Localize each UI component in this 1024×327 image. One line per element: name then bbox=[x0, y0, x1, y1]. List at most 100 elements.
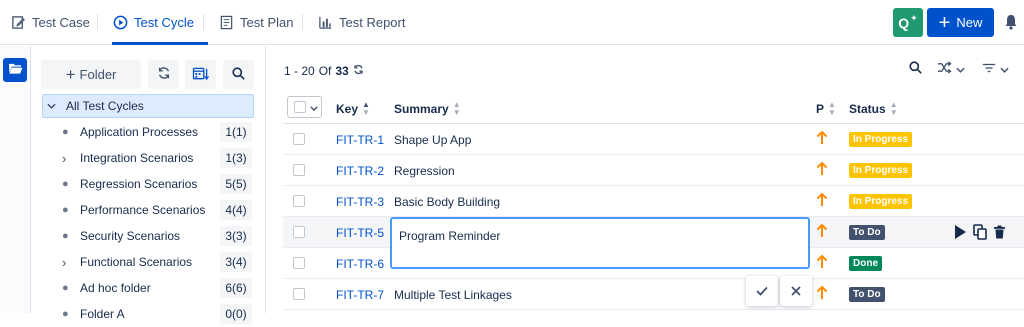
shuffle-dropdown-button[interactable] bbox=[937, 60, 965, 78]
status-badge: To Do bbox=[849, 287, 885, 302]
row-checkbox[interactable] bbox=[293, 257, 305, 269]
bullet-icon: ● bbox=[62, 282, 69, 294]
tree-root-all-test-cycles[interactable]: All Test Cycles bbox=[42, 94, 254, 118]
tree-item-security-scenarios[interactable]: ● Security Scenarios 3(3) bbox=[62, 223, 252, 249]
row-summary: Basic Body Building bbox=[394, 194, 501, 209]
tab-test-case[interactable]: Test Case bbox=[10, 0, 90, 45]
tree-item-count: 1(1) bbox=[220, 122, 252, 142]
check-icon bbox=[756, 283, 768, 299]
search-folders-button[interactable] bbox=[223, 60, 254, 89]
priority-high-arrow-icon bbox=[816, 285, 830, 302]
plus-icon: + bbox=[65, 65, 76, 84]
status-badge: In Progress bbox=[849, 194, 913, 209]
row-key-link[interactable]: FIT-TR-6 bbox=[336, 248, 384, 279]
chevron-right-icon[interactable]: › bbox=[62, 151, 76, 166]
qa-label: Q bbox=[898, 14, 910, 31]
chevron-down-icon bbox=[47, 101, 63, 111]
column-header-key[interactable]: Key ▲ ▼ bbox=[336, 94, 370, 124]
tab-label: Test Report bbox=[339, 15, 406, 30]
row-checkbox[interactable] bbox=[293, 133, 305, 145]
search-icon bbox=[909, 61, 922, 77]
play-circle-icon bbox=[112, 15, 128, 31]
priority-high-arrow-icon bbox=[816, 254, 830, 271]
row-checkbox[interactable] bbox=[293, 226, 305, 238]
checkbox bbox=[294, 101, 306, 113]
top-navigation: Test Case Test Cycle Test Plan Test Repo… bbox=[0, 0, 1024, 45]
row-summary: Multiple Test Linkages bbox=[394, 287, 512, 302]
row-key-link[interactable]: FIT-TR-7 bbox=[336, 279, 384, 310]
edit-doc-icon bbox=[10, 15, 26, 31]
row-key-link[interactable]: FIT-TR-2 bbox=[336, 155, 384, 186]
row-summary: Shape Up App bbox=[394, 132, 472, 147]
row-checkbox[interactable] bbox=[293, 288, 305, 300]
table-row[interactable]: FIT-TR-2 Regression In Progress bbox=[283, 155, 1024, 186]
table-row[interactable]: FIT-TR-1 Shape Up App In Progress bbox=[283, 124, 1024, 155]
column-header-summary[interactable]: Summary ▲ ▼ bbox=[394, 94, 461, 124]
chevron-down-icon bbox=[1000, 62, 1009, 76]
tab-divider bbox=[97, 14, 98, 30]
sort-by-date-button[interactable] bbox=[185, 60, 216, 89]
close-icon bbox=[791, 283, 801, 299]
status-badge: To Do bbox=[849, 225, 885, 240]
add-folder-button[interactable]: + Folder bbox=[41, 60, 141, 89]
chevron-right-icon[interactable]: › bbox=[62, 255, 76, 270]
sparkle-icon: ✦ bbox=[910, 13, 918, 23]
folder-sidebar: + Folder All Test Cycles ● Application P… bbox=[32, 46, 266, 324]
new-button[interactable]: + New bbox=[927, 8, 994, 37]
status-badge: Done bbox=[849, 256, 882, 271]
column-header-status[interactable]: Status ▲ ▼ bbox=[849, 94, 898, 124]
summary-inline-editor[interactable]: Program Reminder bbox=[390, 217, 810, 269]
chevron-down-icon bbox=[956, 62, 965, 76]
tree-item-functional-scenarios[interactable]: › Functional Scenarios 3(4) bbox=[62, 249, 252, 275]
tab-test-plan[interactable]: Test Plan bbox=[218, 0, 293, 45]
confirm-edit-button[interactable] bbox=[746, 276, 778, 306]
status-badge: In Progress bbox=[849, 163, 913, 178]
tree-item-regression-scenarios[interactable]: ● Regression Scenarios 5(5) bbox=[62, 171, 252, 197]
tree-item-integration-scenarios[interactable]: › Integration Scenarios 1(3) bbox=[62, 145, 252, 171]
sort-icon: ▲ ▼ bbox=[452, 100, 461, 117]
execute-play-icon[interactable] bbox=[953, 224, 967, 243]
tree-item-folder-a[interactable]: ● Folder A 0(0) bbox=[62, 301, 252, 327]
cancel-edit-button[interactable] bbox=[780, 276, 812, 306]
sort-icon: ▲ ▼ bbox=[828, 100, 836, 117]
row-key-link[interactable]: FIT-TR-1 bbox=[336, 124, 384, 155]
tree-item-label: Folder A bbox=[80, 307, 125, 321]
refresh-icon bbox=[157, 66, 171, 83]
tab-test-report[interactable]: Test Report bbox=[317, 0, 405, 45]
row-checkbox[interactable] bbox=[293, 164, 305, 176]
tree-item-label: Ad hoc folder bbox=[80, 281, 151, 295]
quick-add-button[interactable]: Q ✦ bbox=[893, 8, 923, 37]
tree-item-label: Application Processes bbox=[80, 125, 199, 139]
tree-root-label: All Test Cycles bbox=[66, 99, 144, 113]
table-header: Key ▲ ▼ Summary ▲ ▼ P ▲ ▼ Status ▲ ▼ bbox=[283, 94, 1024, 124]
tree-item-ad-hoc-folder[interactable]: ● Ad hoc folder 6(6) bbox=[62, 275, 252, 301]
summary-editor-value: Program Reminder bbox=[399, 229, 501, 243]
tree-item-application-processes[interactable]: ● Application Processes 1(1) bbox=[62, 119, 252, 145]
refresh-tree-button[interactable] bbox=[148, 60, 179, 89]
refresh-icon[interactable] bbox=[353, 64, 364, 78]
delete-trash-icon[interactable] bbox=[993, 225, 1006, 242]
pager-range: 1 - 20 bbox=[284, 64, 315, 78]
select-all-checkbox[interactable] bbox=[287, 96, 322, 118]
bell-icon[interactable] bbox=[1004, 14, 1018, 30]
tab-test-cycle[interactable]: Test Cycle bbox=[112, 0, 208, 45]
bar-chart-icon bbox=[317, 15, 333, 31]
row-checkbox[interactable] bbox=[293, 195, 305, 207]
table-row[interactable]: FIT-TR-7 Multiple Test Linkages To Do bbox=[283, 279, 1024, 310]
sort-icon: ▲ ▼ bbox=[362, 100, 370, 117]
tree-item-label: Security Scenarios bbox=[80, 229, 181, 243]
search-table-button[interactable] bbox=[909, 60, 922, 78]
tree-item-performance-scenarios[interactable]: ● Performance Scenarios 4(4) bbox=[62, 197, 252, 223]
row-key-link[interactable]: FIT-TR-3 bbox=[336, 186, 384, 217]
tree-item-count: 3(4) bbox=[220, 252, 252, 272]
row-key-link[interactable]: FIT-TR-5 bbox=[336, 217, 384, 248]
column-header-priority[interactable]: P ▲ ▼ bbox=[816, 94, 836, 124]
filter-dropdown-button[interactable] bbox=[982, 60, 1009, 78]
table-row[interactable]: FIT-TR-3 Basic Body Building In Progress bbox=[283, 186, 1024, 217]
column-label: Key bbox=[336, 102, 359, 116]
row-actions bbox=[953, 224, 1006, 243]
chevron-down-icon bbox=[310, 100, 318, 114]
bullet-icon: ● bbox=[62, 308, 69, 320]
clone-icon[interactable] bbox=[973, 224, 987, 243]
folder-toggle-button[interactable] bbox=[3, 58, 27, 82]
